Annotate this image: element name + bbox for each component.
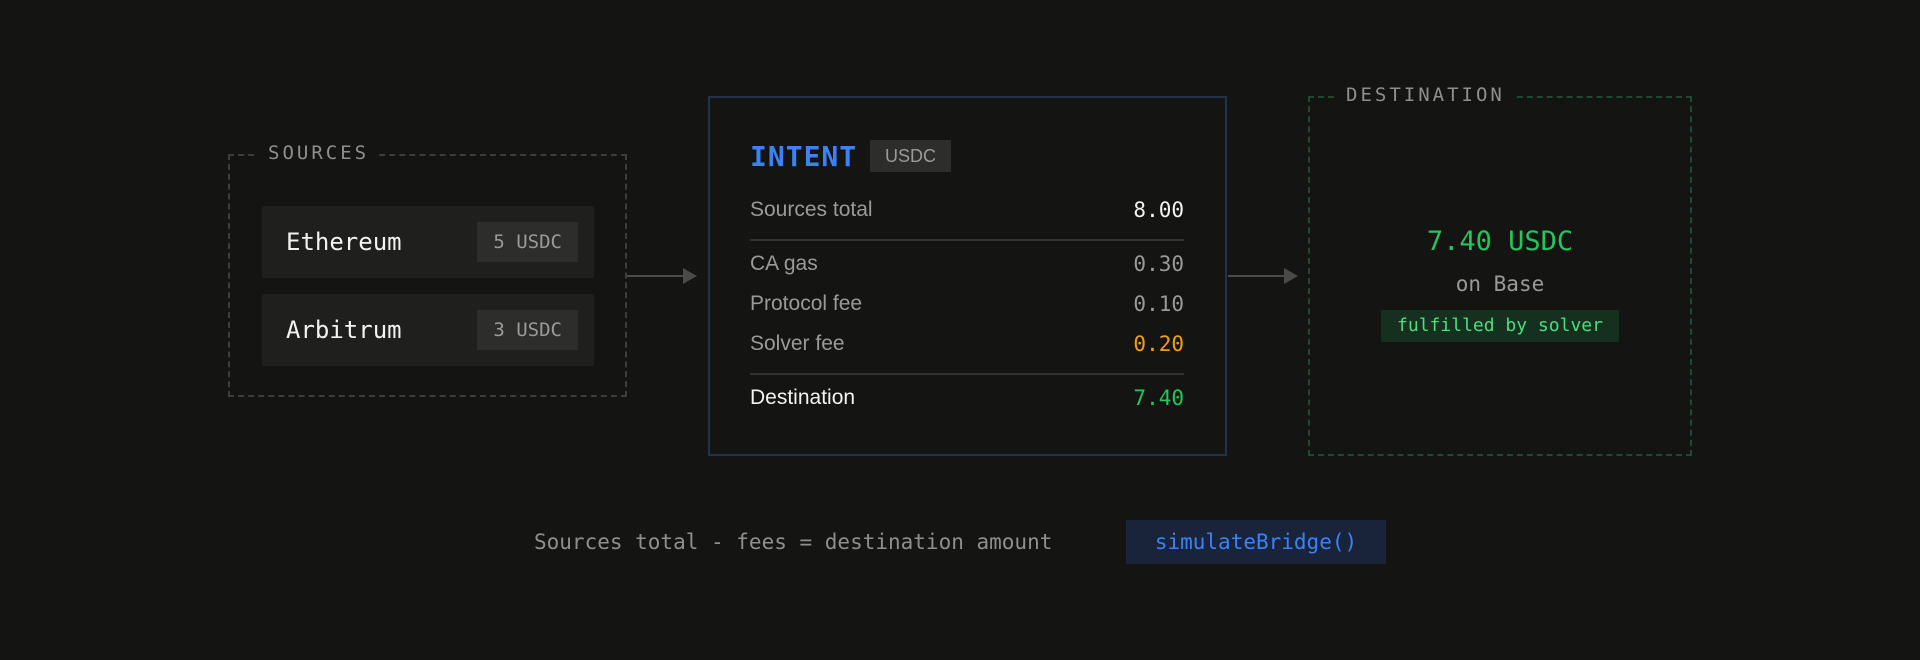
divider	[750, 239, 1184, 241]
row-label: Sources total	[750, 198, 873, 221]
row-label: Solver fee	[750, 332, 845, 355]
destination-amount: 7.40 USDC	[1426, 226, 1574, 257]
row-value: 0.20	[1133, 332, 1184, 356]
fee-row-solver: Solver fee 0.20	[750, 326, 1184, 362]
row-value: 8.00	[1133, 198, 1184, 222]
row-value: 7.40	[1133, 386, 1184, 410]
row-label: CA gas	[750, 252, 818, 275]
status-badge: fulfilled by solver	[1381, 310, 1619, 342]
source-chain-name: Arbitrum	[286, 316, 402, 344]
destination-label: DESTINATION	[1336, 84, 1515, 106]
sources-total-row: Sources total 8.00	[750, 192, 1184, 228]
source-item-ethereum: Ethereum 5 USDC	[262, 206, 594, 278]
row-value: 0.30	[1133, 252, 1184, 276]
function-name-badge: simulateBridge()	[1126, 520, 1386, 564]
fee-row-protocol: Protocol fee 0.10	[750, 286, 1184, 322]
destination-status-wrap: fulfilled by solver	[1310, 310, 1690, 342]
arrow-right-icon	[627, 268, 697, 284]
intent-title: INTENT	[750, 140, 858, 173]
sources-panel: SOURCES Ethereum 5 USDC Arbitrum 3 USDC	[228, 142, 627, 397]
row-label: Destination	[750, 386, 856, 409]
intent-token-badge: USDC	[870, 140, 952, 172]
source-chain-name: Ethereum	[286, 228, 402, 256]
source-amount-badge: 5 USDC	[477, 222, 578, 262]
divider	[750, 373, 1184, 375]
formula-caption: Sources total - fees = destination amoun…	[534, 530, 1053, 554]
destination-chain: on Base	[1455, 272, 1545, 296]
fee-row-ca-gas: CA gas 0.30	[750, 246, 1184, 282]
source-item-arbitrum: Arbitrum 3 USDC	[262, 294, 594, 366]
destination-panel: DESTINATION 7.40 USDC on Base fulfilled …	[1308, 84, 1692, 456]
destination-row: Destination 7.40	[750, 380, 1184, 416]
row-label: Protocol fee	[750, 292, 863, 315]
sources-label: SOURCES	[258, 142, 380, 164]
arrow-right-icon	[1228, 268, 1298, 284]
row-value: 0.10	[1133, 292, 1184, 316]
intent-panel: INTENT USDC Sources total 8.00 CA gas 0.…	[708, 96, 1227, 456]
source-amount-badge: 3 USDC	[477, 310, 578, 350]
